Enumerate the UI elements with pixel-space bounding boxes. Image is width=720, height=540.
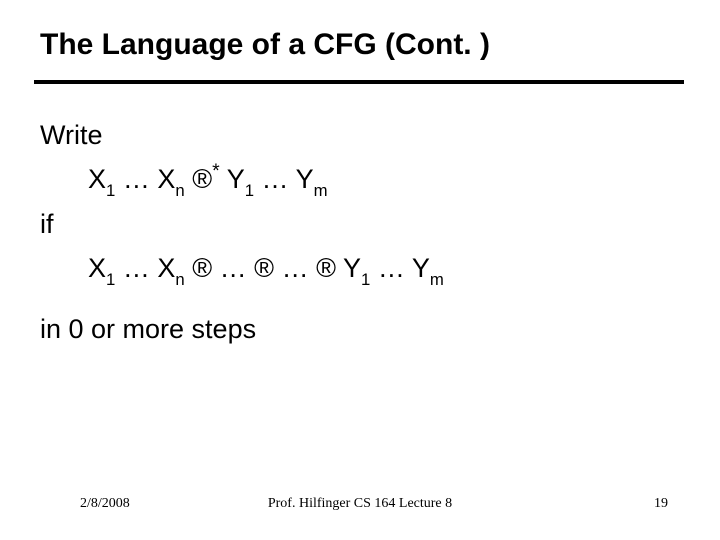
sub-m: m [314, 181, 328, 200]
spacer [40, 292, 444, 308]
sub-n: n [175, 270, 184, 289]
footer-page-number: 19 [654, 496, 668, 512]
arrow-icon: ® [192, 253, 212, 283]
line-derive-star: X1 … Xn ®* Y1 … Ym [88, 157, 444, 203]
sub-1: 1 [245, 181, 254, 200]
title-underline [34, 80, 684, 84]
sym-y: Y [296, 164, 314, 194]
line-in-steps: in 0 or more steps [40, 308, 444, 351]
ellipsis: … [282, 253, 309, 283]
sub-m: m [430, 270, 444, 289]
arrow-icon: ® [192, 164, 212, 194]
line-derive-chain: X1 … Xn ® … ® … ® Y1 … Ym [88, 247, 444, 292]
sym-x: X [88, 253, 106, 283]
sub-1: 1 [361, 270, 370, 289]
sym-y: Y [343, 253, 361, 283]
sub-1: 1 [106, 270, 115, 289]
sup-star: * [212, 160, 220, 182]
sym-x: X [157, 253, 175, 283]
sub-1: 1 [106, 181, 115, 200]
line-write: Write [40, 114, 444, 157]
slide-title: The Language of a CFG (Cont. ) [40, 28, 490, 62]
sym-x: X [88, 164, 106, 194]
sym-y: Y [412, 253, 430, 283]
slide: The Language of a CFG (Cont. ) Write X1 … [0, 0, 720, 540]
ellipsis: … [220, 253, 247, 283]
ellipsis: … [262, 164, 289, 194]
arrow-icon: ® [254, 253, 274, 283]
footer-center: Prof. Hilfinger CS 164 Lecture 8 [0, 496, 720, 512]
line-if: if [40, 203, 444, 246]
sub-n: n [175, 181, 184, 200]
slide-body: Write X1 … Xn ®* Y1 … Ym if X1 … Xn ® … … [40, 114, 444, 351]
sym-y: Y [227, 164, 245, 194]
ellipsis: … [123, 253, 150, 283]
ellipsis: … [378, 253, 405, 283]
arrow-icon: ® [316, 253, 336, 283]
sym-x: X [157, 164, 175, 194]
ellipsis: … [123, 164, 150, 194]
